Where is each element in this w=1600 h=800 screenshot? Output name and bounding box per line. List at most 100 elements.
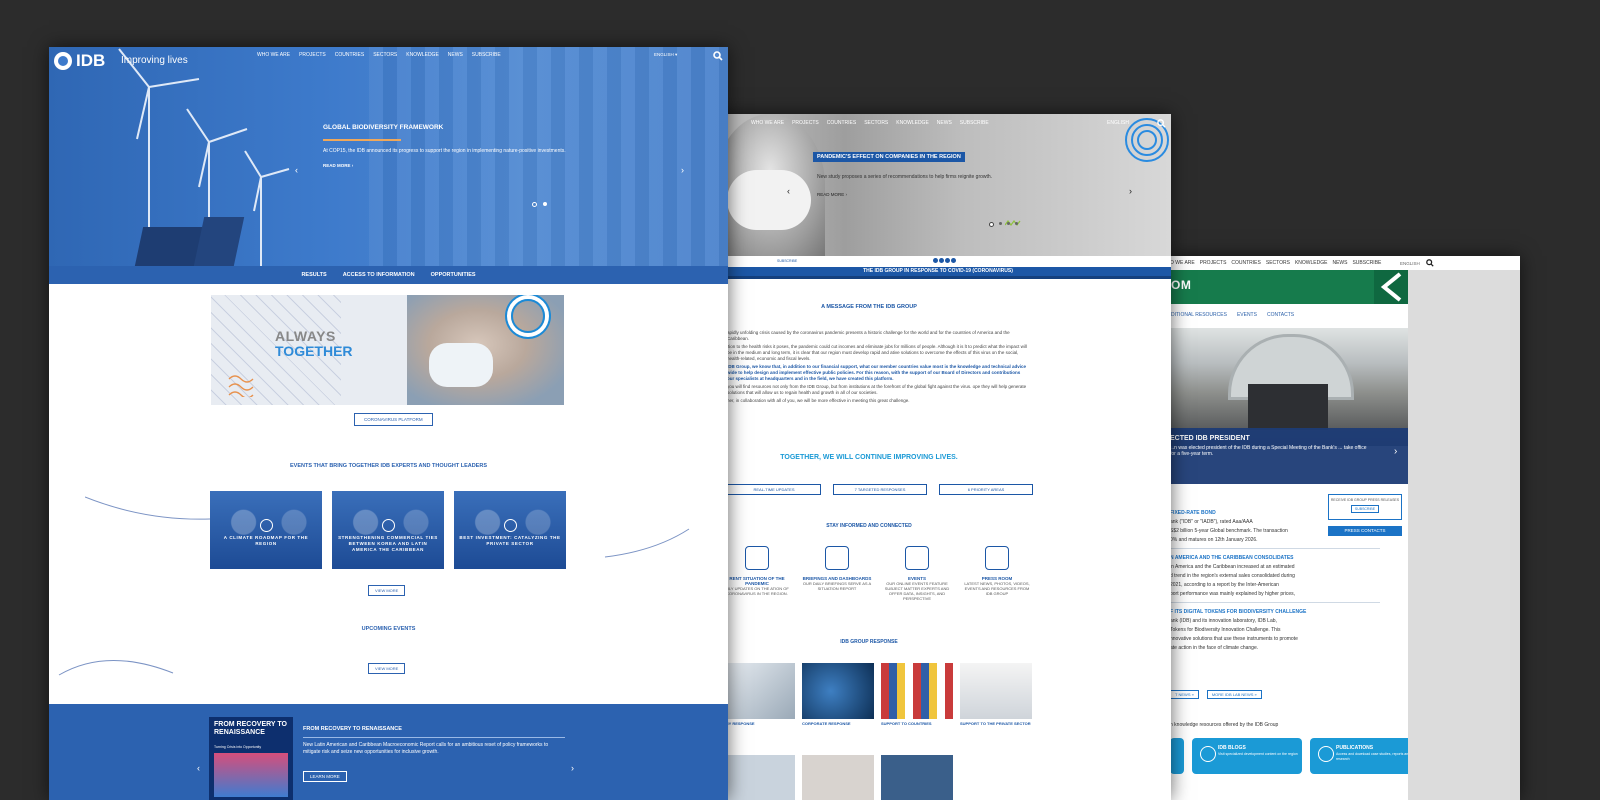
search-icon[interactable]	[1157, 119, 1166, 128]
chevron-right-icon[interactable]: ›	[1394, 446, 1397, 457]
read-more-link[interactable]: READ MORE ›	[323, 163, 353, 168]
logo-tagline: Improving lives	[121, 55, 188, 66]
language-select[interactable]: ENGLISH ▾	[654, 52, 677, 58]
news-item[interactable]: F ITS DIGITAL TOKENS FOR BIODIVERSITY CH…	[1170, 609, 1390, 652]
event-title: A CLIMATE ROADMAP FOR THE REGION	[223, 535, 309, 546]
report-cover[interactable]: FROM RECOVERY TO RENAISSANCE Turning Cri…	[209, 717, 293, 800]
nav-item-projects[interactable]: PROJECTS	[792, 120, 819, 126]
press-contacts-button[interactable]: PRESS CONTACTS	[1328, 526, 1402, 536]
nav-item-subscribe[interactable]: SUBSCRIBE	[960, 120, 989, 126]
response-card[interactable]: SUPPORT TO COUNTRIES	[881, 663, 953, 747]
feature-item[interactable]: EVENTS OUR ONLINE EVENTS FEATURE SUBJECT…	[881, 546, 953, 601]
carousel-next-icon[interactable]: ›	[1129, 186, 1132, 196]
carousel-dot[interactable]	[999, 222, 1002, 225]
idb-lab-news-link[interactable]: MORE IDB LAB NEWS »	[1206, 690, 1262, 699]
response-card[interactable]	[802, 755, 874, 800]
response-card[interactable]: CORPORATE RESPONSE	[802, 663, 874, 747]
play-icon[interactable]	[260, 519, 273, 532]
nav-item-news[interactable]: NEWS	[937, 120, 952, 126]
search-icon[interactable]	[713, 51, 723, 61]
carousel-next-icon[interactable]: ›	[681, 165, 684, 175]
featured-news-banner[interactable]: ECTED IDB PRESIDENT ...n was elected pre…	[1168, 428, 1408, 484]
event-card[interactable]: BEST INVESTMENT: CATALYZING THE PRIVATE …	[454, 491, 566, 569]
priority-areas-button[interactable]: 6 PRIORITY AREAS	[939, 484, 1033, 495]
resource-tile[interactable]	[1170, 738, 1184, 774]
carousel-prev-icon[interactable]: ‹	[197, 763, 200, 773]
view-more-events-button[interactable]: VIEW MORE	[368, 585, 406, 596]
twitter-icon[interactable]	[939, 258, 944, 263]
carousel-dot[interactable]	[1015, 222, 1018, 225]
search-icon[interactable]	[1426, 259, 1434, 267]
subscribe-button[interactable]: SUBSCRIBE	[1350, 505, 1380, 513]
idb-logo[interactable]: IDB	[54, 51, 105, 71]
nav-item-news[interactable]: NEWS	[448, 52, 463, 58]
page-margin	[1408, 270, 1520, 800]
nav-item-who-we-are[interactable]: O WE ARE	[1170, 260, 1195, 266]
subnav-results[interactable]: RESULTS	[301, 272, 326, 278]
nav-item-subscribe[interactable]: SUBSCRIBE	[472, 52, 501, 58]
play-icon[interactable]	[504, 519, 517, 532]
response-card[interactable]	[881, 755, 953, 800]
carousel-next-icon[interactable]: ›	[571, 763, 574, 773]
subnav-additional-resources[interactable]: DITIONAL RESOURCES	[1171, 312, 1227, 318]
coronavirus-platform-button[interactable]: CORONAVIRUS PLATFORM	[354, 413, 433, 426]
feature-item[interactable]: PRESS ROOM LATEST NEWS, PHOTOS, VIDEOS, …	[961, 546, 1033, 601]
nav-item-knowledge[interactable]: KNOWLEDGE	[896, 120, 929, 126]
nav-item-knowledge[interactable]: KNOWLEDGE	[406, 52, 439, 58]
targeted-responses-button[interactable]: 7 TARGETED RESPONSES	[833, 484, 927, 495]
feature-item[interactable]: RENT SITUATION OF THE PANDEMIC AILY UPDA…	[721, 546, 793, 601]
news-title[interactable]: F ITS DIGITAL TOKENS FOR BIODIVERSITY CH…	[1170, 609, 1390, 615]
nav-item-countries[interactable]: COUNTRIES	[335, 52, 364, 58]
nav-item-projects[interactable]: PROJECTS	[1200, 260, 1227, 266]
carousel-dot[interactable]	[989, 222, 994, 227]
carousel-dot[interactable]	[543, 202, 547, 206]
real-time-updates-button[interactable]: REAL-TIME UPDATES	[727, 484, 821, 495]
hero-background	[369, 47, 728, 266]
response-card[interactable]: ARY RESPONSE	[723, 663, 795, 747]
youtube-icon[interactable]	[951, 258, 956, 263]
view-more-upcoming-button[interactable]: VIEW MORE	[368, 663, 406, 674]
carousel-dot[interactable]	[532, 202, 537, 207]
subscribe-link[interactable]: SUBSCRIBE	[777, 259, 797, 263]
nav-item-countries[interactable]: COUNTRIES	[827, 120, 856, 126]
news-title[interactable]: N AMERICA AND THE CARIBBEAN CONSOLIDATES	[1170, 555, 1390, 561]
news-item[interactable]: N AMERICA AND THE CARIBBEAN CONSOLIDATES…	[1170, 555, 1390, 598]
nav-item-subscribe[interactable]: SUBSCRIBE	[1352, 260, 1381, 266]
language-select[interactable]: ENGLISH	[1107, 120, 1129, 126]
subnav-events[interactable]: EVENTS	[1237, 312, 1257, 318]
blog-icon	[1200, 746, 1216, 762]
response-card[interactable]: SUPPORT TO THE PRIVATE SECTOR	[960, 663, 1032, 747]
latest-news-link[interactable]: T NEWS »	[1170, 690, 1199, 699]
feature-item[interactable]: BRIEFINGS AND DASHBOARDS OUR DAILY BRIEF…	[801, 546, 873, 601]
nav-item-who-we-are[interactable]: WHO WE ARE	[751, 120, 784, 126]
event-card[interactable]: A CLIMATE ROADMAP FOR THE REGION	[210, 491, 322, 569]
nav-item-sectors[interactable]: SECTORS	[864, 120, 888, 126]
resource-tile-publications[interactable]: PUBLICATIONS Access and download case st…	[1310, 738, 1420, 774]
carousel-prev-icon[interactable]: ‹	[787, 186, 790, 196]
always-together-banner[interactable]: ALWAYS TOGETHER	[211, 295, 564, 405]
play-icon[interactable]	[382, 519, 395, 532]
linkedin-icon[interactable]	[945, 258, 950, 263]
nav-item-sectors[interactable]: SECTORS	[373, 52, 397, 58]
nav-item-who-we-are[interactable]: WHO WE ARE	[257, 52, 290, 58]
subnav-opportunities[interactable]: OPPORTUNITIES	[431, 272, 476, 278]
carousel-dot[interactable]	[1007, 222, 1010, 225]
subnav-access-to-information[interactable]: ACCESS TO INFORMATION	[343, 272, 415, 278]
tile-desc: Visit specialized development content on…	[1218, 752, 1298, 756]
nav-item-projects[interactable]: PROJECTS	[299, 52, 326, 58]
response-card[interactable]	[723, 755, 795, 800]
event-card[interactable]: STRENGTHENING COMMERCIAL TIES BETWEEN KO…	[332, 491, 444, 569]
language-select[interactable]: ENGLISH	[1400, 261, 1420, 266]
nav-item-knowledge[interactable]: KNOWLEDGE	[1295, 260, 1328, 266]
nav-item-countries[interactable]: COUNTRIES	[1231, 260, 1260, 266]
resource-tile-blogs[interactable]: IDB BLOGS Visit specialized development …	[1192, 738, 1302, 774]
hero-title[interactable]: PANDEMIC'S EFFECT ON COMPANIES IN THE RE…	[813, 152, 965, 162]
nav-item-sectors[interactable]: SECTORS	[1266, 260, 1290, 266]
subnav-contacts[interactable]: CONTACTS	[1267, 312, 1294, 318]
nav-item-news[interactable]: NEWS	[1332, 260, 1347, 266]
learn-more-button[interactable]: LEARN MORE	[303, 771, 347, 782]
hero-title[interactable]: GLOBAL BIODIVERSITY FRAMEWORK	[323, 124, 443, 131]
read-more-link[interactable]: READ MORE ›	[817, 192, 847, 197]
facebook-icon[interactable]	[933, 258, 938, 263]
carousel-prev-icon[interactable]: ‹	[295, 165, 298, 175]
